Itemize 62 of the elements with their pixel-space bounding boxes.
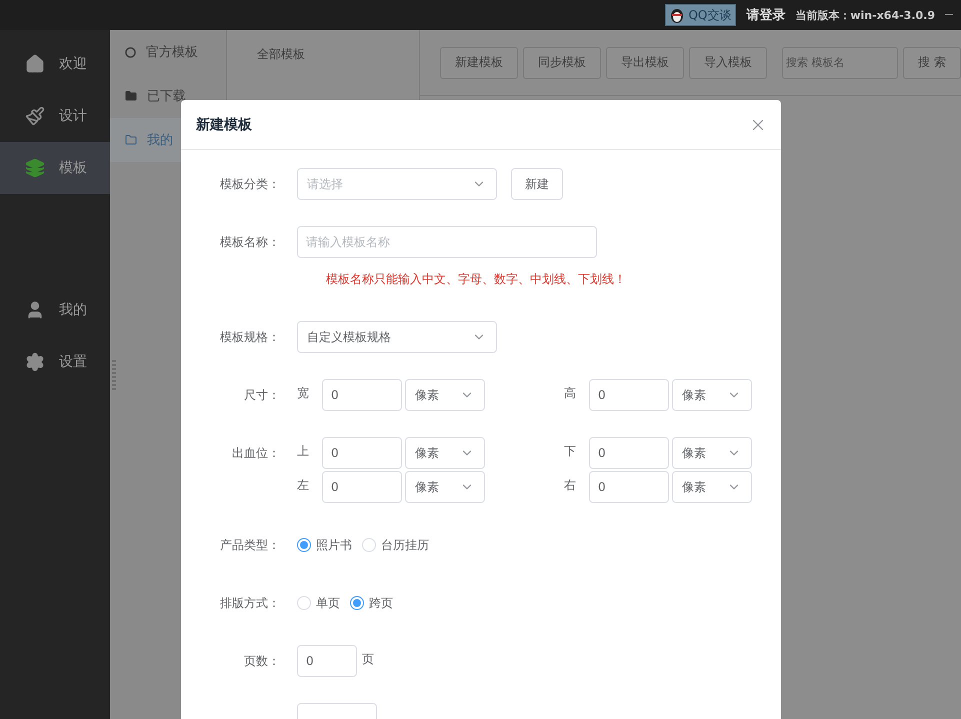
search-button[interactable]: 搜 索 — [903, 46, 961, 78]
form-label: 页数： — [243, 653, 281, 670]
nav-item[interactable]: 官方模板 — [110, 30, 226, 74]
side-label: 右 — [564, 477, 577, 494]
penguin-icon — [670, 7, 684, 23]
side-label: 下 — [564, 443, 577, 460]
sidebar-item[interactable]: 模板 — [0, 142, 110, 194]
version-label: 当前版本：win-x64-3.0.9 — [795, 8, 935, 22]
chat-button[interactable]: QQ交谈 — [665, 4, 736, 26]
nav-item[interactable]: 已下载 — [110, 74, 226, 118]
error-message: 模板名称只能输入中文、字母、数字、中划线、下划线！ — [326, 271, 626, 288]
radio-option[interactable]: 照片书 — [297, 536, 352, 554]
home-icon — [25, 54, 45, 74]
radio-option[interactable]: 台历挂历 — [362, 536, 429, 554]
form-label: 排版方式： — [219, 595, 281, 612]
sidebar-item[interactable]: 设置 — [0, 336, 110, 388]
side-label: 左 — [297, 477, 310, 494]
number-field[interactable]: 0 — [589, 437, 669, 469]
sidebar-item[interactable]: 欢迎 — [0, 38, 110, 90]
drag-handle-icon[interactable] — [112, 360, 116, 390]
side-label: 高 — [564, 385, 577, 402]
number-field[interactable]: 0 — [589, 379, 669, 411]
category-tab[interactable]: 全部模板 — [257, 47, 306, 61]
toolbar-button[interactable]: 新建模板 — [440, 46, 518, 78]
name-field[interactable]: 请输入模板名称 — [297, 226, 597, 258]
unit-select[interactable]: 像素 — [405, 471, 485, 503]
gear-icon — [25, 352, 45, 372]
radio-option[interactable]: 跨页 — [350, 594, 393, 612]
unit-label: 页 — [362, 651, 374, 668]
paintbrush-icon — [25, 106, 45, 126]
number-field[interactable]: 0 — [322, 437, 402, 469]
unit-select[interactable]: 像素 — [672, 437, 752, 469]
toolbar-button[interactable]: 同步模板 — [523, 46, 602, 78]
unit-select[interactable]: 像素 — [672, 379, 752, 411]
form-label: 模板名称： — [219, 234, 281, 251]
select-field[interactable]: 自定义模板规格 — [297, 321, 497, 353]
form-label: 模板分类： — [219, 176, 281, 193]
number-field[interactable]: 0 — [322, 471, 402, 503]
folder-icon — [125, 134, 138, 146]
number-field[interactable]: 0 — [322, 379, 402, 411]
folder-icon — [125, 90, 138, 102]
form-label: 尺寸： — [243, 387, 281, 404]
toolbar-button[interactable]: 导入模板 — [689, 46, 768, 78]
radio-option[interactable]: 单页 — [297, 594, 340, 612]
new-button[interactable]: 新建 — [511, 168, 563, 200]
unit-select[interactable]: 像素 — [405, 437, 485, 469]
sidebar-item[interactable]: 我的 — [0, 284, 110, 336]
side-label: 宽 — [297, 385, 310, 402]
unit-select[interactable]: 像素 — [405, 379, 485, 411]
minimize-icon[interactable] — [945, 14, 953, 16]
toolbar-button[interactable]: 导出模板 — [606, 46, 684, 78]
form-label: 模板规格： — [219, 329, 281, 346]
number-field[interactable]: 0 — [589, 471, 669, 503]
login-link[interactable]: 请登录 — [746, 6, 786, 24]
number-field[interactable]: 0 — [297, 645, 357, 677]
search-field[interactable]: 搜索 模板名 — [782, 46, 898, 78]
layers-icon — [25, 158, 45, 178]
form-label: 产品类型： — [219, 537, 281, 554]
sidebar-item[interactable]: 设计 — [0, 90, 110, 142]
unit-select[interactable]: 像素 — [672, 471, 752, 503]
form-label: 出血位： — [231, 445, 281, 462]
side-label: 上 — [297, 443, 310, 460]
